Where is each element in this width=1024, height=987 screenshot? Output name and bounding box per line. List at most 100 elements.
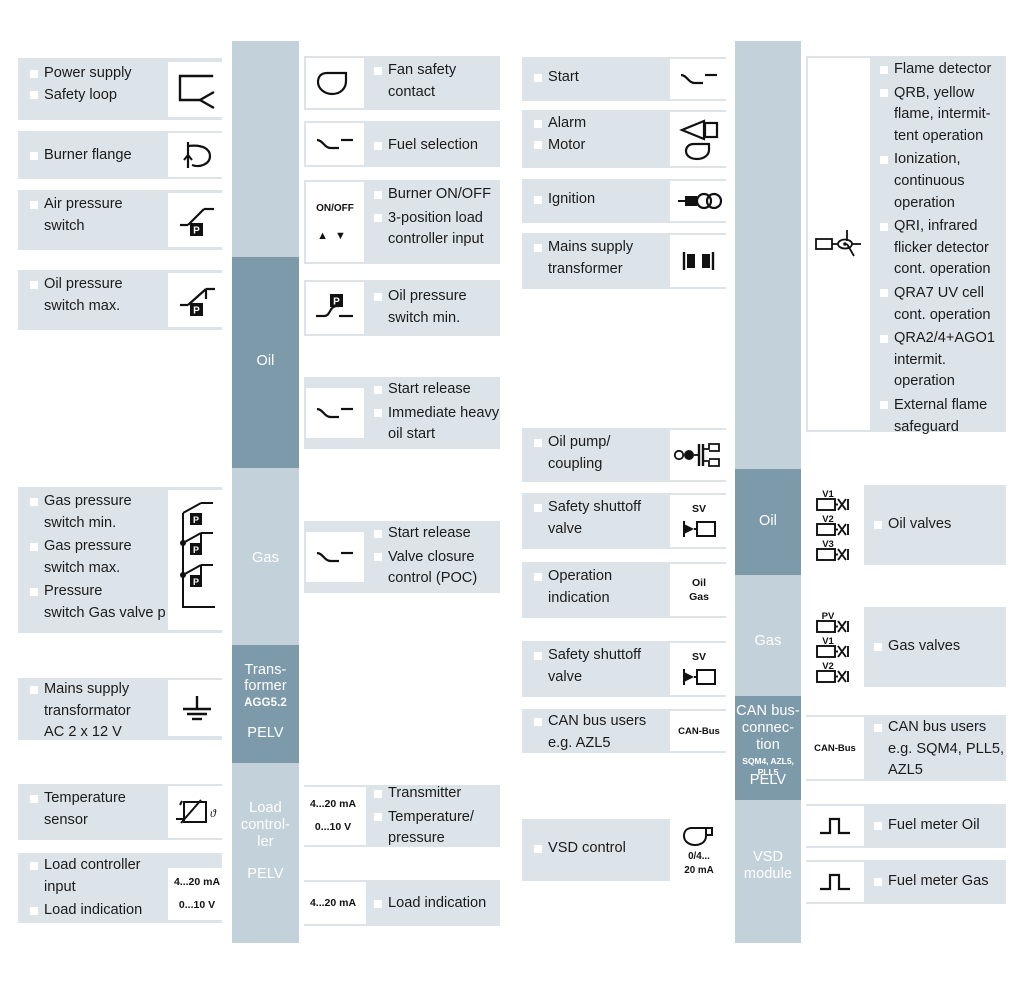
temperature-sensor-symbol: ϑ [168, 786, 226, 838]
safety-loop-contact-symbol [168, 62, 226, 117]
list-item: input [44, 878, 76, 895]
list-item: sensor [44, 811, 88, 828]
current-voltage-range-symbol: 4...20 mA 0...10 V [168, 868, 226, 920]
oil-pump-coupling-symbol [670, 430, 728, 480]
labels-oil-pressure-switch-max: Oil pressure switch max. [30, 275, 165, 316]
list-item: flicker detector [894, 239, 989, 256]
list-item: Load indication [374, 894, 500, 914]
bar-left-load-label-3: ler [257, 834, 274, 850]
bar-left-top [232, 41, 299, 257]
fan-symbol [306, 58, 364, 108]
oil-valves-symbol: V1 V2 V3 [806, 483, 864, 567]
list-item: Pressure [30, 582, 170, 602]
range-voltage-label: 0...10 V [178, 899, 216, 911]
labels-operation-indication: Operation indication [534, 567, 658, 608]
labels-mains-supply-transformator: Mains supply transformator AC 2 x 12 V [30, 680, 165, 743]
bar-right-gas-label: Gas [754, 633, 782, 649]
list-item: Immediate heavy [374, 404, 502, 424]
bar-left-load-label-1: Load [249, 800, 282, 816]
list-item: Motor [534, 136, 658, 156]
can-bus-symbol: CAN-Bus [806, 717, 864, 779]
list-item: Mains supply [534, 238, 658, 258]
bar-left-oil: Oil [232, 257, 299, 468]
list-item: Operation [534, 567, 658, 587]
list-item: e.g. AZL5 [548, 734, 611, 751]
list-item: continuous [894, 172, 965, 189]
indication-gas-label: Gas [689, 590, 709, 603]
bar-left-transformer-label-1: Trans- [244, 662, 287, 678]
labels-gas-pressure-switches: Gas pressure switch min. Gas pressure sw… [30, 492, 170, 624]
oil-pressure-switch-max-symbol: P [168, 273, 226, 327]
list-item: Temperature/ [374, 808, 500, 828]
labels-start: Start [534, 68, 658, 88]
safety-shutoff-valve-symbol: SV [670, 643, 728, 695]
labels-flame-detector: Flame detector QRB, yellow flame, interm… [880, 60, 1006, 437]
svg-text:P: P [333, 297, 340, 308]
list-item: Start release [374, 524, 502, 544]
list-item: intermit. [894, 351, 946, 368]
list-item: Oil pressure [30, 275, 165, 295]
list-item: Fan safety [374, 61, 498, 81]
list-item: Start release [374, 380, 502, 400]
list-item: Safety shuttoff [534, 646, 664, 666]
bar-right-vsd-label-2: module [743, 866, 793, 882]
pulse-symbol [806, 862, 864, 902]
pulse-symbol [806, 806, 864, 846]
list-item: 3-position load [374, 209, 500, 229]
bar-left-transformer-pelv: PELV [247, 725, 284, 741]
list-item: Oil pump/ [534, 433, 658, 453]
list-item: switch min. [44, 514, 117, 531]
oil-pressure-switch-min-symbol: P [306, 282, 364, 334]
labels-transmitter: Transmitter Temperature/ pressure [374, 784, 500, 849]
list-item: e.g. SQM4, PLL5, [888, 740, 1005, 757]
labels-fuel-meter-gas: Fuel meter Gas [874, 872, 998, 892]
bar-right-can-label-1: CAN bus- [736, 703, 800, 719]
flame-detector-symbol [808, 58, 870, 430]
list-item: Burner flange [30, 146, 165, 166]
list-item: cont. operation [894, 261, 991, 278]
list-item: CAN bus users [874, 718, 1006, 738]
bar-left-transformer-sub: AGG5.2 [244, 697, 287, 709]
list-item: Start [534, 68, 658, 88]
list-item: QRB, yellow [880, 84, 1006, 104]
vsd-range-label-1: 0/4... [688, 851, 710, 862]
vsd-control-symbol: 0/4... 20 mA [670, 818, 728, 882]
safety-shutoff-valve-symbol: SV [670, 495, 728, 547]
labels-ignition: Ignition [534, 190, 658, 210]
labels-can-bus-users-sqm4: CAN bus users e.g. SQM4, PLL5, AZL5 [874, 718, 1006, 781]
list-item: Temperature [30, 789, 165, 809]
labels-oil-pressure-switch-min: Oil pressure switch min. [374, 287, 498, 328]
list-item: Fuel meter Oil [874, 816, 998, 836]
on-off-updown-symbol: ON/OFF ▲▼ [306, 182, 364, 262]
labels-gas-valves: Gas valves [874, 637, 998, 657]
labels-air-pressure-switch: Air pressure switch [30, 195, 165, 236]
earth-ground-symbol [168, 680, 226, 736]
bar-right-can-bus: CAN bus- connec- tion SQM4, AZL5, PLL5 P… [735, 696, 801, 800]
list-item: QRA7 UV cell [880, 284, 1006, 304]
list-item: AC 2 x 12 V [44, 724, 122, 741]
list-item: Fuel meter Gas [874, 872, 998, 892]
list-item: AZL5 [888, 762, 923, 779]
list-item: Power supply [30, 64, 165, 84]
list-item: flame, intermit- [894, 106, 991, 123]
operation-indication-symbol: Oil Gas [670, 564, 728, 616]
list-item: switch [44, 217, 85, 234]
labels-start-release-poc: Start release Valve closure control (POC… [374, 524, 502, 589]
list-item: controller input [388, 231, 484, 248]
bar-left-load-controller: Load control- ler PELV [232, 763, 299, 943]
list-item: QRA2/4+AGO1 [880, 329, 1006, 349]
list-item: Load indication [30, 901, 170, 921]
list-item: External flame [880, 396, 1006, 416]
list-item: Load controller [30, 856, 170, 876]
list-item: Flame detector [880, 60, 1006, 80]
labels-oil-pump-coupling: Oil pump/ coupling [534, 433, 658, 474]
labels-safety-shutoff-valve-oil: Safety shuttoff valve [534, 498, 664, 539]
svg-text:P: P [193, 515, 199, 525]
list-item: cont. operation [894, 306, 991, 323]
list-item: Gas pressure [30, 537, 170, 557]
gas-valves-symbol: PV V1 V2 [806, 605, 864, 689]
bar-right-vsd: VSD module [735, 800, 801, 943]
can-bus-symbol: CAN-Bus [670, 711, 728, 751]
up-down-arrows-icon: ▲▼ [317, 230, 353, 242]
list-item: Oil pressure [374, 287, 498, 307]
